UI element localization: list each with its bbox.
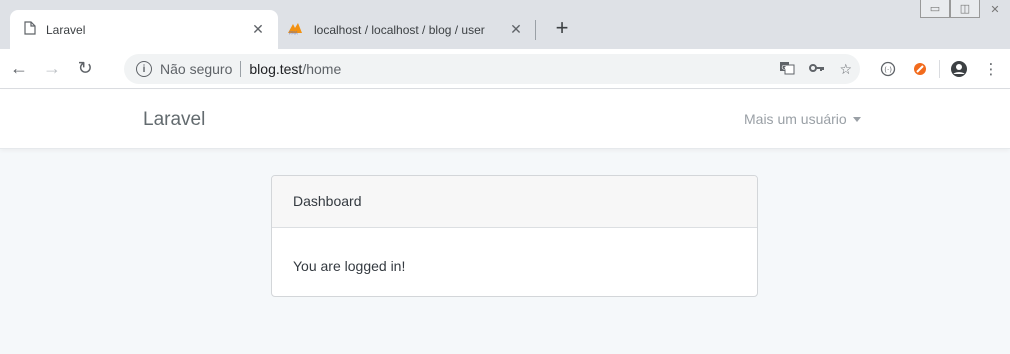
card-header: Dashboard <box>272 176 757 228</box>
svg-text:(·): (·) <box>884 66 892 74</box>
svg-text:G: G <box>782 64 787 71</box>
info-icon[interactable]: i <box>136 61 152 77</box>
security-label: Não seguro <box>160 61 233 77</box>
forward-icon[interactable]: → <box>38 55 66 83</box>
toolbar-divider <box>939 60 940 78</box>
browser-toolbar: ← → ↻ i Não seguro blog.test/home G ☆ (·… <box>0 49 1010 89</box>
tab-divider <box>535 20 536 40</box>
window-controls: ▭ ◫ ✕ <box>920 0 1010 20</box>
url-path: /home <box>302 61 342 77</box>
minimize-icon[interactable]: ▭ <box>920 0 950 18</box>
menu-kebab-icon[interactable]: ⋮ <box>978 56 1004 82</box>
browser-tab-strip: Laravel ✕ PMA localhost / localhost / bl… <box>0 0 1010 49</box>
account-icon[interactable] <box>946 56 972 82</box>
card-body: You are logged in! <box>293 258 406 274</box>
tab-close-icon[interactable]: ✕ <box>250 21 266 38</box>
brand-link[interactable]: Laravel <box>143 109 205 131</box>
phpmyadmin-logo-icon: PMA <box>286 21 304 38</box>
tab-laravel[interactable]: Laravel ✕ <box>10 10 278 49</box>
dashboard-card: Dashboard You are logged in! <box>271 175 758 297</box>
extension-rocket-icon[interactable] <box>907 56 933 82</box>
key-icon[interactable] <box>809 61 825 77</box>
svg-text:PMA: PMA <box>289 31 298 36</box>
app-navbar: Laravel Mais um usuário <box>0 90 1010 149</box>
user-name: Mais um usuário <box>744 111 847 127</box>
star-icon[interactable]: ☆ <box>839 61 852 78</box>
omnibox-actions: G ☆ <box>779 54 852 84</box>
separator <box>240 61 242 77</box>
toolbar-right: (·) ⋮ <box>875 49 1010 89</box>
maximize-icon[interactable]: ◫ <box>950 0 980 18</box>
tab-title: localhost / localhost / blog / user <box>314 22 485 37</box>
reload-icon[interactable]: ↻ <box>71 55 99 83</box>
address-bar[interactable]: i Não seguro blog.test/home G ☆ <box>124 54 860 84</box>
close-window-icon[interactable]: ✕ <box>980 0 1010 18</box>
tab-title: Laravel <box>46 22 86 37</box>
translate-icon[interactable]: G <box>779 60 795 79</box>
page-icon <box>24 21 36 38</box>
back-icon[interactable]: ← <box>5 55 33 83</box>
tab-phpmyadmin[interactable]: PMA localhost / localhost / blog / user … <box>280 10 534 49</box>
new-tab-icon[interactable]: + <box>550 15 574 40</box>
caret-down-icon <box>852 116 861 122</box>
user-menu-dropdown[interactable]: Mais um usuário <box>744 111 861 127</box>
page-viewport: Laravel Mais um usuário Dashboard You ar… <box>0 90 1010 354</box>
url-host: blog.test <box>249 61 303 77</box>
extension-icon[interactable]: (·) <box>875 56 901 82</box>
tab-close-icon[interactable]: ✕ <box>508 21 524 38</box>
